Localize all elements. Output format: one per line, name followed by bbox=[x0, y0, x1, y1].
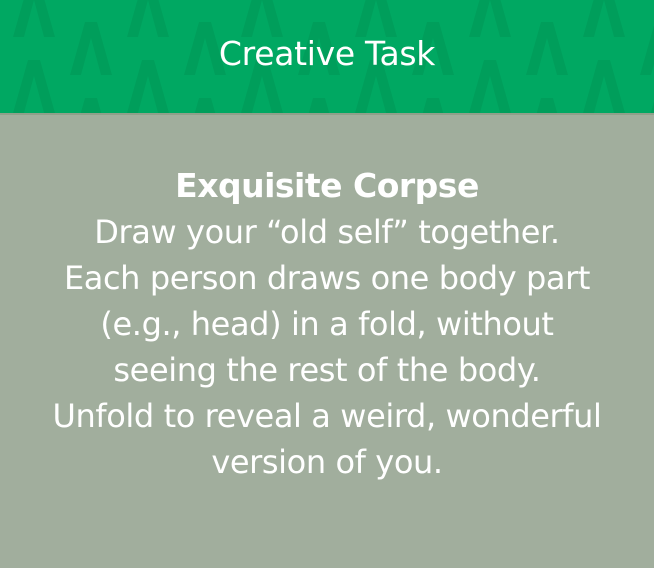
task-card: Exquisite Corpse Draw your “old self” to… bbox=[0, 115, 654, 485]
description-line: Each person draws one body part bbox=[63, 259, 591, 297]
description-line: version of you. bbox=[211, 443, 443, 481]
header-title: Creative Task bbox=[218, 34, 436, 73]
description-line: Unfold to reveal a weird, wonderful bbox=[52, 397, 602, 435]
description-line: seeing the rest of the body. bbox=[113, 351, 541, 389]
description-line: (e.g., head) in a fold, without bbox=[100, 305, 554, 343]
description-line: Draw your “old self” together. bbox=[94, 213, 560, 251]
task-name: Exquisite Corpse bbox=[175, 166, 479, 205]
task-description: Draw your “old self” together. Each pers… bbox=[20, 209, 634, 485]
header-banner: Creative Task bbox=[0, 0, 654, 115]
